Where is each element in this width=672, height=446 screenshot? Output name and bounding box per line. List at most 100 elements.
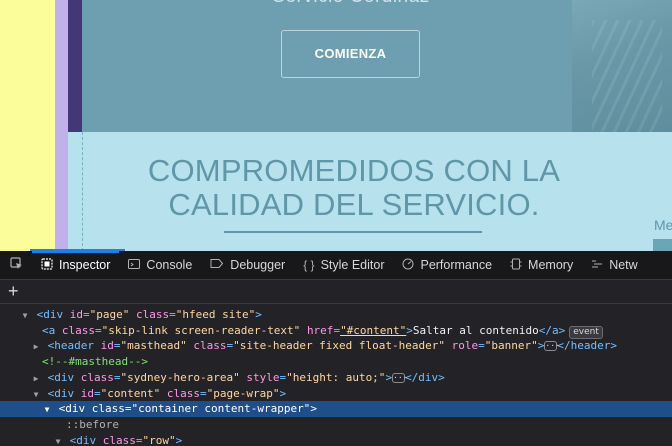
tag-close: > (175, 433, 183, 446)
collapse-twisty-icon[interactable]: ▼ (20, 308, 30, 324)
markup-node-row[interactable]: ▼ <div class="row"> (0, 433, 672, 446)
attr-name: style (246, 370, 280, 384)
attr-value: "hfeed site" (175, 308, 256, 321)
side-label: Me (654, 217, 672, 233)
attr-value: "page-wrap" (206, 386, 280, 400)
attr-name: role (451, 339, 479, 353)
attr-value: "site-header fixed float-header" (233, 339, 446, 353)
markup-node-content-wrapper-selected[interactable]: ▼ <div class="container content-wrapper"… (0, 401, 672, 417)
tag-close: > (279, 386, 287, 400)
text-node: Saltar al contenido (412, 323, 539, 337)
tag-close: > (537, 339, 545, 353)
network-icon (591, 258, 603, 273)
inspector-subtoolbar: + (0, 280, 672, 304)
markup-node-page[interactable]: ▼ <div id="page" class="hfeed site"> (0, 307, 672, 323)
markup-node-comment[interactable]: <!--#masthead--> (0, 354, 672, 370)
attr-name: id (100, 339, 114, 353)
attr-name: href (306, 323, 334, 337)
hero-left-strip (68, 0, 82, 132)
box-model-margin-highlight (0, 0, 55, 251)
attr-value: "sydney-hero-area" (120, 370, 240, 384)
pseudo-element: ::before (66, 417, 119, 431)
add-node-button[interactable]: + (8, 280, 19, 302)
tag-open: <div (58, 402, 86, 416)
tag-end: </div> (405, 370, 445, 384)
tab-console[interactable]: Console (119, 251, 201, 280)
markup-node-skip-link[interactable]: <a class="skip-link screen-reader-text" … (0, 323, 672, 339)
tag-open: <div (47, 370, 75, 384)
attr-name: class (166, 386, 200, 400)
tab-inspector-label: Inspector (59, 258, 111, 272)
section-heading-line-2: CALIDAD DEL SERVICIO. (168, 187, 540, 222)
tag-close: > (406, 323, 413, 337)
element-picker-button[interactable] (0, 251, 32, 280)
attr-value: "banner" (484, 339, 538, 353)
attr-value: "skip-link screen-reader-text" (101, 323, 301, 337)
attr-value-link[interactable]: "#content" (340, 324, 406, 337)
attr-name: class (136, 308, 170, 321)
tag-close: > (255, 308, 262, 321)
memory-icon (510, 258, 522, 273)
tab-performance-label: Performance (420, 258, 493, 272)
attr-value: "container content-wrapper" (131, 402, 311, 416)
markup-node-hero-area[interactable]: ▶ <div class="sydney-hero-area" style="h… (0, 370, 672, 386)
tab-network[interactable]: Netw (582, 251, 646, 280)
attr-name: class (102, 433, 136, 446)
devtools-toolbar: Inspector Console Debugger { } Style Edi… (0, 250, 672, 280)
collapse-twisty-icon[interactable]: ▼ (42, 402, 52, 418)
comment-node: <!--#masthead--> (42, 355, 148, 369)
tag-open: <header (47, 339, 94, 353)
markup-clipped-line (0, 304, 672, 306)
tab-debugger-label: Debugger (230, 258, 286, 272)
attr-name: id (69, 308, 83, 321)
section-heading: COMPROMEDIDOS CON LA CALIDAD DEL SERVICI… (82, 154, 626, 222)
tag-end: </a> (538, 323, 566, 337)
tag-open: <div (69, 433, 97, 446)
attr-name: class (61, 323, 95, 337)
collapse-twisty-icon[interactable]: ▼ (53, 434, 63, 446)
box-model-padding-highlight (55, 0, 68, 251)
attr-value: "height: auto;" (286, 370, 386, 384)
markup-node-content[interactable]: ▼ <div id="content" class="page-wrap"> (0, 386, 672, 402)
collapse-twisty-icon[interactable]: ▼ (31, 387, 41, 403)
tag-open: <div (47, 386, 75, 400)
page-viewport: Servicio Cordinaz COMIENZA COMPROMEDIDOS… (0, 0, 672, 251)
attr-name: id (80, 386, 94, 400)
expand-twisty-icon[interactable]: ▶ (31, 371, 41, 387)
style-editor-icon: { } (303, 258, 315, 272)
attr-value: "page" (89, 308, 130, 321)
tag-open: <div (36, 308, 64, 321)
tab-style-editor[interactable]: { } Style Editor (294, 251, 393, 280)
attr-value: "content" (100, 386, 161, 400)
performance-icon (402, 258, 414, 273)
tab-console-label: Console (146, 258, 193, 272)
markup-node-masthead[interactable]: ▶ <header id="masthead" class="site-head… (0, 338, 672, 354)
tag-close: > (310, 402, 317, 416)
tag-end: </header> (557, 339, 617, 353)
debugger-icon (210, 258, 224, 272)
collapsed-children-icon[interactable]: ··· (544, 341, 560, 352)
tab-debugger[interactable]: Debugger (201, 251, 294, 280)
expand-twisty-icon[interactable]: ▶ (31, 339, 41, 355)
console-icon (128, 258, 141, 273)
attr-name: class (193, 339, 227, 353)
element-picker-icon (9, 257, 23, 273)
inspector-icon (41, 257, 53, 273)
tag-close: > (385, 370, 393, 384)
hero-background-photo (572, 0, 672, 132)
collapsed-children-icon[interactable]: ··· (392, 372, 408, 383)
section-heading-line-1: COMPROMEDIDOS CON LA (147, 153, 561, 188)
tab-inspector[interactable]: Inspector (32, 250, 120, 280)
tab-memory[interactable]: Memory (501, 251, 582, 280)
markup-node-pseudo-before[interactable]: ::before (0, 417, 672, 433)
comienza-button[interactable]: COMIENZA (281, 30, 420, 78)
event-badge[interactable]: event (569, 325, 603, 339)
tab-performance[interactable]: Performance (393, 251, 501, 280)
tab-memory-label: Memory (528, 258, 574, 272)
attr-value: "row" (142, 433, 176, 446)
heading-underline (224, 231, 482, 233)
markup-view[interactable]: ▼ <div id="page" class="hfeed site"> <a … (0, 304, 672, 446)
side-box (653, 239, 672, 251)
hero-title: Servicio Cordinaz (0, 0, 672, 8)
attr-name: class (91, 402, 125, 416)
